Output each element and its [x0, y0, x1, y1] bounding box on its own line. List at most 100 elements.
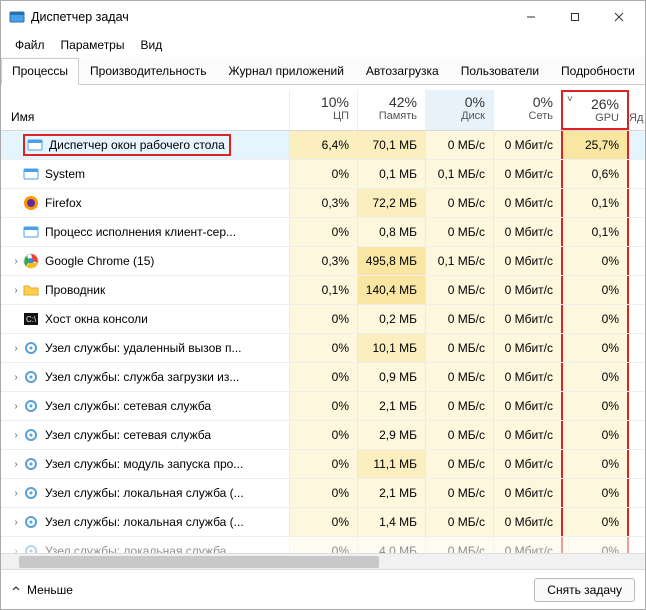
col-header-GPU[interactable]: ˅26%GPU [561, 90, 629, 130]
cell-value: 0,6% [561, 160, 629, 188]
cell-value: 2,1 МБ [357, 392, 425, 420]
table-row[interactable]: ›Узел службы: сетевая служба0%2,1 МБ0 МБ… [1, 392, 645, 421]
fewer-details-button[interactable]: Меньше [11, 583, 73, 597]
table-row[interactable]: ›Узел службы: удаленный вызов п...0%10,1… [1, 334, 645, 363]
expand-icon[interactable]: › [9, 343, 23, 354]
chrome-icon [23, 253, 39, 269]
expand-icon[interactable]: › [9, 517, 23, 528]
process-name-cell[interactable]: Диспетчер окон рабочего стола [1, 134, 289, 156]
process-name: Проводник [45, 283, 105, 297]
process-name: Google Chrome (15) [45, 254, 154, 268]
process-name-cell[interactable]: › Узел службы: локальная служба (... [1, 485, 289, 501]
cell-value: 11,1 МБ [357, 450, 425, 478]
process-name-cell[interactable]: › Проводник [1, 282, 289, 298]
table-row[interactable]: ›Узел службы: модуль запуска про...0%11,… [1, 450, 645, 479]
process-name: Диспетчер окон рабочего стола [49, 138, 225, 152]
menu-view[interactable]: Вид [132, 36, 170, 54]
expand-icon[interactable]: › [9, 372, 23, 383]
process-name-cell[interactable]: ›Узел службы: сетевая служба [1, 398, 289, 414]
cell-value: 0 МБ/с [425, 508, 493, 536]
col-header-Диск[interactable]: 0%Диск [425, 90, 493, 130]
cell-value: 0,1% [289, 276, 357, 304]
expand-icon[interactable]: › [9, 401, 23, 412]
table-row[interactable]: C:\Хост окна консоли0%0,2 МБ0 МБ/с0 Мбит… [1, 305, 645, 334]
cell-value: 0 МБ/с [425, 450, 493, 478]
tab-1[interactable]: Производительность [79, 58, 217, 84]
table-row[interactable]: ›Узел службы: служба загрузки из...0%0,9… [1, 363, 645, 392]
col-extra-header[interactable]: Яд [629, 112, 645, 130]
process-name: Узел службы: модуль запуска про... [45, 457, 243, 471]
cell-value: 0% [561, 276, 629, 304]
cell-value: 0,8 МБ [357, 218, 425, 246]
tab-3[interactable]: Автозагрузка [355, 58, 450, 84]
col-label: ЦП [290, 110, 349, 122]
table-row[interactable]: System0%0,1 МБ0,1 МБ/с0 Мбит/с0,6% [1, 160, 645, 189]
menu-options[interactable]: Параметры [53, 36, 133, 54]
expand-icon[interactable]: › [9, 430, 23, 441]
col-header-Сеть[interactable]: 0%Сеть [493, 90, 561, 130]
col-name-header[interactable]: Имя [1, 110, 289, 130]
expand-icon[interactable]: › [9, 488, 23, 499]
process-name: Хост окна консоли [45, 312, 148, 326]
menu-file[interactable]: Файл [7, 36, 53, 54]
process-name-cell[interactable]: System [1, 166, 289, 182]
table-row[interactable]: ›Узел службы: локальная служба0%4,0 МБ0 … [1, 537, 645, 553]
table-row[interactable]: ›Google Chrome (15)0,3%495,8 МБ0,1 МБ/с0… [1, 247, 645, 276]
cell-value: 2,9 МБ [357, 421, 425, 449]
process-name: Узел службы: локальная служба (... [45, 515, 244, 529]
process-name-cell[interactable]: › Узел службы: модуль запуска про... [1, 456, 289, 472]
cell-value: 0 МБ/с [425, 276, 493, 304]
process-name-cell[interactable]: Firefox [1, 195, 289, 211]
table-row[interactable]: Процесс исполнения клиент-сер...0%0,8 МБ… [1, 218, 645, 247]
process-name-cell[interactable]: ›Узел службы: локальная служба [1, 543, 289, 553]
sort-indicator-icon: ˅ [567, 94, 573, 105]
minimize-button[interactable] [509, 3, 553, 31]
menubar: Файл Параметры Вид [1, 33, 645, 57]
process-name: Узел службы: удаленный вызов п... [45, 341, 242, 355]
chevron-up-icon [11, 583, 21, 597]
gear-icon [23, 485, 39, 501]
cell-value: 0 Мбит/с [493, 305, 561, 333]
process-name-cell[interactable]: › Google Chrome (15) [1, 253, 289, 269]
process-name-cell[interactable]: › Узел службы: удаленный вызов п... [1, 340, 289, 356]
expand-icon[interactable]: › [9, 256, 23, 267]
end-task-button[interactable]: Снять задачу [534, 578, 635, 602]
tab-4[interactable]: Пользователи [450, 58, 550, 84]
cell-value: 0% [289, 334, 357, 362]
expand-icon[interactable]: › [9, 459, 23, 470]
horizontal-scrollbar[interactable] [1, 553, 645, 569]
cell-value: 0 Мбит/с [493, 508, 561, 536]
process-name-cell[interactable]: › Узел службы: локальная служба (... [1, 514, 289, 530]
process-name-cell[interactable]: C:\ Хост окна консоли [1, 311, 289, 327]
cell-value: 0,3% [289, 247, 357, 275]
process-name-cell[interactable]: ›Узел службы: сетевая служба [1, 427, 289, 443]
tab-5[interactable]: Подробности [550, 58, 646, 84]
col-header-ЦП[interactable]: 10%ЦП [289, 90, 357, 130]
process-name-cell[interactable]: ›Узел службы: служба загрузки из... [1, 369, 289, 385]
expand-icon[interactable]: › [9, 546, 23, 554]
app-window-icon [27, 137, 43, 153]
process-name: Узел службы: локальная служба (... [45, 486, 244, 500]
cell-value: 0,1 МБ/с [425, 160, 493, 188]
table-row[interactable]: ›Узел службы: сетевая служба0%2,9 МБ0 МБ… [1, 421, 645, 450]
table-row[interactable]: ›Узел службы: локальная служба (...0%1,4… [1, 508, 645, 537]
cell-value: 0 Мбит/с [493, 160, 561, 188]
cell-value: 0% [561, 392, 629, 420]
cell-value: 0% [289, 160, 357, 188]
expand-icon[interactable]: › [9, 285, 23, 296]
table-row[interactable]: Firefox0,3%72,2 МБ0 МБ/с0 Мбит/с0,1% [1, 189, 645, 218]
svg-text:C:\: C:\ [26, 315, 37, 324]
table-row[interactable]: Диспетчер окон рабочего стола6,4%70,1 МБ… [1, 131, 645, 160]
close-button[interactable] [597, 3, 641, 31]
col-header-Память[interactable]: 42%Память [357, 90, 425, 130]
cell-value: 0 Мбит/с [493, 537, 561, 553]
scrollbar-thumb[interactable] [19, 556, 379, 568]
tab-0[interactable]: Процессы [1, 58, 79, 85]
cell-value: 0 МБ/с [425, 421, 493, 449]
tab-2[interactable]: Журнал приложений [218, 58, 355, 84]
table-row[interactable]: ›Проводник0,1%140,4 МБ0 МБ/с0 Мбит/с0% [1, 276, 645, 305]
maximize-button[interactable] [553, 3, 597, 31]
table-row[interactable]: ›Узел службы: локальная служба (...0%2,1… [1, 479, 645, 508]
cell-value: 0 МБ/с [425, 479, 493, 507]
process-name-cell[interactable]: Процесс исполнения клиент-сер... [1, 224, 289, 240]
